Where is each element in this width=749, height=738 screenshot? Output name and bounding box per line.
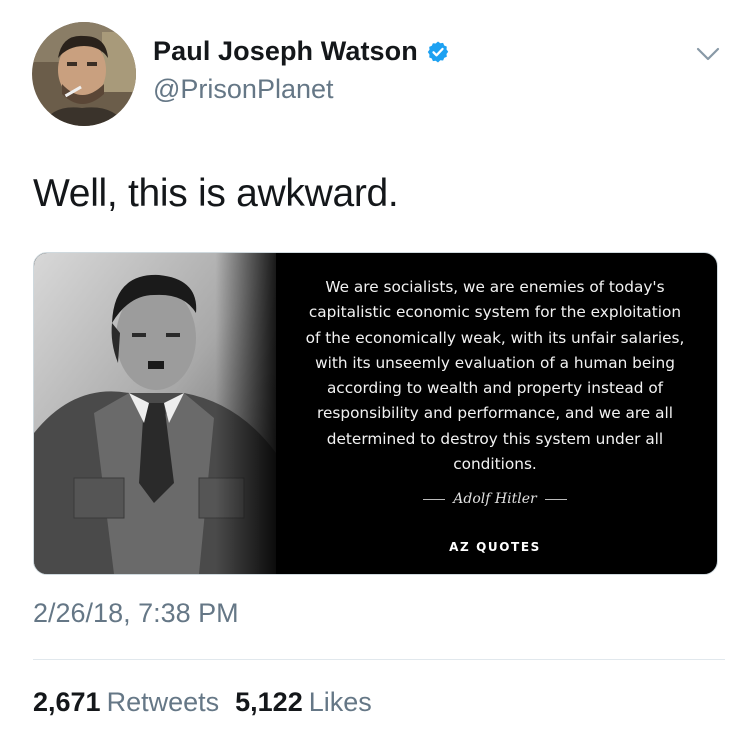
- retweets-label: Retweets: [106, 687, 220, 717]
- engagement-stats: 2,671 Retweets 5,122 Likes: [33, 687, 388, 718]
- brand-logo: AZ QUOTES: [449, 540, 541, 554]
- handle[interactable]: @PrisonPlanet: [153, 74, 334, 105]
- chevron-down-icon[interactable]: [694, 44, 722, 64]
- retweets-count: 2,671: [33, 687, 101, 717]
- quote-attribution: Adolf Hitler: [300, 491, 690, 507]
- tweet-media-image[interactable]: We are socialists, we are enemies of tod…: [33, 252, 718, 575]
- divider: [544, 498, 567, 500]
- timestamp[interactable]: 2/26/18, 7:38 PM: [33, 598, 239, 629]
- likes-count: 5,122: [235, 687, 303, 717]
- tweet-text: Well, this is awkward.: [33, 172, 399, 215]
- verified-badge-icon: [427, 41, 449, 62]
- quote-author: Adolf Hitler: [453, 491, 537, 507]
- portrait-photo: [34, 253, 276, 574]
- likes-stat[interactable]: 5,122 Likes: [235, 687, 372, 718]
- retweets-stat[interactable]: 2,671 Retweets: [33, 687, 219, 718]
- quote-text: We are socialists, we are enemies of tod…: [305, 278, 685, 474]
- divider: [423, 498, 446, 500]
- display-name[interactable]: Paul Joseph Watson: [153, 36, 418, 67]
- avatar[interactable]: [32, 22, 136, 126]
- likes-label: Likes: [308, 687, 372, 717]
- divider: [33, 659, 725, 660]
